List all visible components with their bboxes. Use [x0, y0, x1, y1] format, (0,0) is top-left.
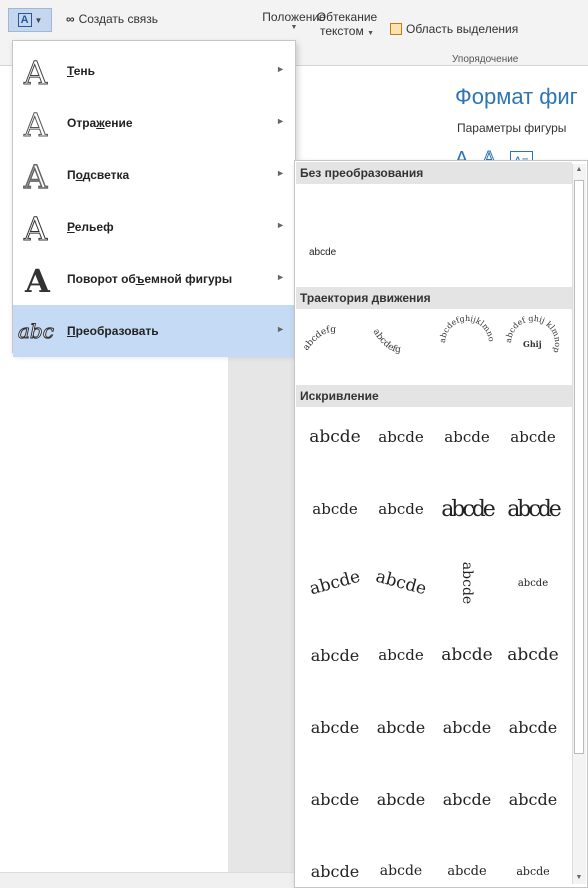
path-circle-item[interactable]: abcdefghijklmno	[435, 311, 499, 375]
transform-gallery: Без преобразования abcde Траектория движ…	[294, 160, 588, 888]
create-link-button[interactable]: ∞ Создать связь	[66, 12, 158, 26]
transform-none-item[interactable]: abcde	[309, 247, 336, 258]
menu-item-3d-rotation[interactable]: A Поворот объемной фигуры ►	[13, 253, 295, 305]
warp-item[interactable]: abcde	[435, 699, 499, 755]
warp-item[interactable]: abcde	[363, 548, 439, 619]
wrap-text-label-line2: текстом ▼	[320, 24, 374, 38]
menu-item-label: Тень	[67, 64, 96, 78]
menu-item-label: Подсветка	[67, 168, 130, 182]
wrap-text-label-line1: Обтекание	[316, 10, 378, 24]
menu-item-transform[interactable]: abc Преобразовать ►	[13, 305, 295, 357]
section-header-warp: Искривление	[296, 385, 572, 407]
text-3d-rotation-a-icon: A	[13, 253, 61, 305]
warp-item[interactable]: abcde	[303, 699, 367, 755]
svg-text:abcdefg: abcdefg	[371, 327, 402, 355]
svg-text:A: A	[24, 262, 51, 296]
scroll-up-arrow-icon[interactable]: ▲	[574, 166, 584, 173]
warp-item[interactable]: abcde	[303, 627, 367, 683]
text-bevel-a-icon: A	[13, 201, 61, 253]
warp-item[interactable]: abcde	[501, 481, 565, 537]
warp-item[interactable]: abcde	[369, 627, 433, 683]
svg-text:abcdefg: abcdefg	[301, 325, 336, 353]
warp-item[interactable]: abcde	[303, 843, 367, 888]
create-link-label: Создать связь	[78, 12, 158, 26]
warp-item[interactable]: abcde	[501, 699, 565, 755]
warp-item[interactable]: abcde	[501, 771, 565, 827]
svg-text:A: A	[23, 54, 48, 88]
submenu-arrow-icon: ►	[276, 220, 285, 230]
warp-item[interactable]: abcde	[435, 627, 499, 683]
section-header-no-transform: Без преобразования	[296, 162, 572, 184]
warp-item[interactable]: abcde	[297, 548, 373, 619]
warp-item[interactable]: abcde	[435, 409, 499, 465]
dropdown-arrow-icon: ▼	[367, 30, 374, 37]
warp-item[interactable]: abcde	[435, 771, 499, 827]
text-reflection-a-icon: A	[13, 97, 61, 149]
svg-text:abc: abc	[18, 319, 54, 343]
path-arch-down-item[interactable]: abcdefg	[367, 311, 431, 375]
warp-item[interactable]: abcde	[435, 481, 499, 537]
warp-item[interactable]: abcde	[369, 771, 433, 827]
text-outline-a-icon: A	[13, 45, 61, 97]
selection-pane-label: Область выделения	[406, 22, 519, 36]
warp-item[interactable]: abcde	[303, 481, 367, 537]
menu-item-glow[interactable]: A Подсветка ►	[13, 149, 295, 201]
warp-item[interactable]: abcde	[501, 627, 565, 683]
submenu-arrow-icon: ►	[276, 64, 285, 74]
menu-item-bevel[interactable]: A Рельеф ►	[13, 201, 295, 253]
warp-item[interactable]: abcde	[501, 555, 565, 611]
pane-subtitle[interactable]: Параметры фигуры	[457, 121, 566, 135]
warp-item[interactable]: abcde	[303, 409, 367, 465]
svg-text:Ghij: Ghij	[523, 339, 542, 349]
selection-pane-icon	[390, 23, 402, 35]
warp-item[interactable]: abcde	[369, 409, 433, 465]
text-effects-button[interactable]: A ▼	[8, 8, 52, 32]
warp-item[interactable]: abcde	[303, 771, 367, 827]
menu-item-label: Рельеф	[67, 220, 114, 234]
text-effects-icon: A	[17, 13, 32, 27]
menu-item-label: Отражение	[67, 116, 133, 130]
warp-item[interactable]: abcde	[369, 699, 433, 755]
group-label-arrange: Упорядочение	[452, 54, 519, 65]
warp-item[interactable]: abcde	[501, 843, 565, 888]
svg-text:A: A	[23, 106, 48, 140]
svg-text:abcdefghijklmno: abcdefghijklmno	[438, 314, 496, 343]
submenu-arrow-icon: ►	[276, 272, 285, 282]
wrap-text-button[interactable]: Обтекание текстом ▼	[312, 10, 382, 38]
path-button-item[interactable]: abcdef ghij klmnop Ghij	[501, 311, 565, 375]
menu-item-label: Преобразовать	[67, 324, 159, 338]
text-glow-a-icon: A	[13, 149, 61, 201]
submenu-arrow-icon: ►	[276, 116, 285, 126]
warp-item[interactable]: abcde	[439, 551, 495, 615]
warp-item[interactable]: abcde	[369, 843, 433, 888]
submenu-arrow-icon: ►	[276, 168, 285, 178]
menu-item-shadow[interactable]: A Тень ►	[13, 45, 295, 97]
dropdown-arrow-icon: ▼	[34, 15, 43, 25]
warp-item[interactable]: abcde	[435, 843, 499, 888]
menu-item-reflection[interactable]: A Отражение ►	[13, 97, 295, 149]
warp-item[interactable]: abcde	[501, 409, 565, 465]
svg-text:A: A	[23, 210, 48, 244]
scroll-down-arrow-icon[interactable]: ▼	[574, 874, 584, 881]
chain-link-icon: ∞	[66, 12, 75, 26]
pane-title: Формат фиг	[455, 84, 578, 109]
section-header-follow-path: Траектория движения	[296, 287, 572, 309]
text-transform-abc-icon: abc	[13, 305, 61, 357]
svg-text:A: A	[23, 158, 48, 192]
text-effects-menu: A Тень ► A Отражение ► A Подсветка ► A Р…	[12, 40, 296, 357]
warp-item[interactable]: abcde	[369, 481, 433, 537]
menu-item-label: Поворот объемной фигуры	[67, 272, 233, 286]
submenu-arrow-icon: ►	[276, 324, 285, 334]
selection-pane-button[interactable]: Область выделения	[390, 22, 518, 36]
path-arch-up-item[interactable]: abcdefg	[301, 311, 365, 375]
gallery-scroll-thumb[interactable]	[574, 180, 584, 754]
